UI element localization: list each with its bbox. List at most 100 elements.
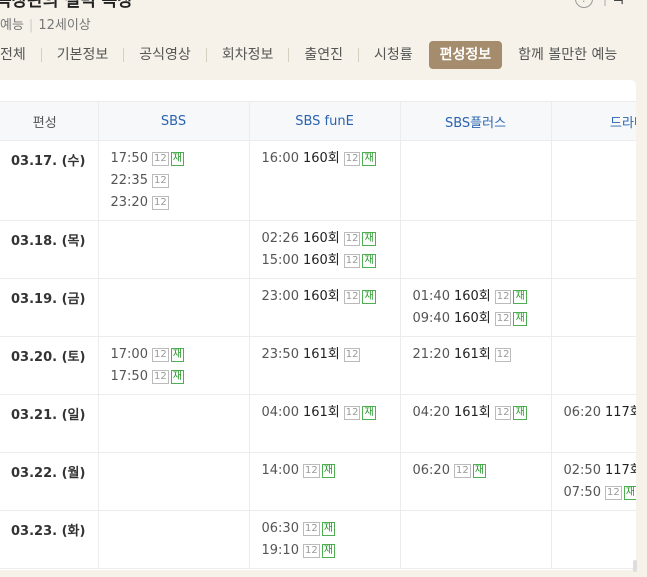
channel-header[interactable]: 드라마 (551, 101, 636, 141)
schedule-cell: 23:50 161회 12 (249, 336, 401, 395)
channel-header[interactable]: SBS플러스 (400, 101, 552, 141)
airing-slot[interactable]: 06:20 12 재 (413, 462, 551, 484)
airing-slot[interactable]: 16:00 160회 12 재 (262, 150, 400, 172)
airing-slot[interactable]: 23:50 161회 12 (262, 346, 400, 368)
tab-2[interactable]: 공식영상 (133, 41, 197, 69)
airing-slot[interactable]: 14:00 12 재 (262, 462, 400, 484)
episode-number: 160회 (453, 311, 491, 326)
schedule-body: 03.17. (수) 17:50 12 재 22:35 12 23:20 12 16:00 160… (0, 140, 637, 569)
channel-header[interactable]: SBS funE (249, 101, 401, 141)
air-time: 22:35 (110, 173, 148, 188)
airing-slot[interactable]: 23:00 160회 12 재 (262, 288, 400, 310)
age-rating-badge: 12 (494, 290, 512, 304)
rerun-badge: 재 (472, 464, 486, 478)
air-time: 14:00 (261, 463, 299, 478)
age-rating-badge: 12 (494, 312, 512, 326)
age-rating-badge: 12 (343, 290, 361, 304)
airing-slot[interactable]: 15:00 160회 12 재 (262, 252, 400, 274)
air-time: 01:40 (412, 289, 450, 304)
air-time: 15:00 (261, 253, 299, 268)
episode-number: 160회 (302, 151, 340, 166)
scrollbar[interactable] (633, 560, 637, 572)
tab-3[interactable]: 회차정보 (216, 41, 280, 69)
broadcast-date: 03.22. (월) (0, 452, 99, 511)
broadcast-date: 03.20. (토) (0, 336, 99, 395)
age-rating-badge: 12 (343, 348, 361, 362)
help-separator: | (603, 0, 607, 6)
air-time: 23:00 (261, 289, 299, 304)
help-icon[interactable]: ? (575, 0, 593, 8)
age-rating-badge: 12 (302, 464, 320, 478)
air-time: 17:50 (110, 151, 148, 166)
airing-slot[interactable]: 02:26 160회 12 재 (262, 230, 400, 252)
schedule-row: 03.20. (토) 17:00 12 재 17:50 12 재 23:50 161회 12 21:… (0, 336, 636, 395)
rerun-badge: 재 (362, 406, 376, 420)
channel-header[interactable]: SBS (98, 101, 250, 141)
airing-slot[interactable]: 02:50117회12 (564, 462, 637, 484)
schedule-cell (551, 220, 636, 279)
help-text[interactable]: 녹 (612, 0, 625, 8)
age-rating-badge: 12 (604, 486, 622, 500)
rerun-badge: 재 (362, 232, 376, 246)
tab-5[interactable]: 시청률 (368, 41, 419, 69)
program-title: 녹장관의 철벽 녹장 (0, 0, 133, 11)
airing-slot[interactable]: 07:50 12 재 (564, 484, 636, 506)
tab-1[interactable]: 기본정보 (51, 41, 115, 69)
rerun-badge: 재 (321, 464, 335, 478)
age-rating-badge: 12 (494, 406, 512, 420)
rerun-badge: 재 (362, 290, 376, 304)
airing-slot[interactable]: 06:20117회12 (564, 404, 637, 426)
age-rating-badge: 12 (151, 152, 169, 166)
schedule-cell (551, 140, 636, 221)
schedule-cell: 01:40 160회 12 재 09:40 160회 12 재 (400, 278, 552, 337)
airing-slot[interactable]: 17:50 12 재 (111, 368, 249, 390)
broadcast-date: 03.18. (목) (0, 220, 99, 279)
airing-slot[interactable]: 19:10 12 재 (262, 542, 400, 564)
rerun-badge: 재 (170, 152, 184, 166)
schedule-cell: 02:50117회1207:5012재 (551, 452, 637, 511)
rerun-badge: 재 (362, 152, 376, 166)
tab-0[interactable]: 전체 (0, 41, 32, 69)
episode-number: 117회 (604, 463, 636, 478)
tab-7[interactable]: 함께 볼만한 예능 (512, 41, 623, 69)
schedule-cell: 02:26 160회 12 재 15:00 160회 12 재 (249, 220, 401, 279)
airing-slot[interactable]: 17:50 12 재 (111, 150, 249, 172)
tab-6[interactable]: 편성정보 (428, 41, 503, 69)
air-time: 19:10 (261, 543, 299, 558)
air-time: 02:26 (261, 231, 299, 246)
airing-slot[interactable]: 23:20 12 (111, 194, 249, 216)
air-time: 17:00 (110, 347, 148, 362)
schedule-cell (98, 510, 250, 569)
rerun-badge: 재 (513, 312, 527, 326)
airing-slot[interactable]: 04:20 161회 12 재 (413, 404, 551, 426)
airing-slot[interactable]: 21:20 161회 12 (413, 346, 551, 368)
air-time: 23:20 (110, 195, 148, 210)
schedule-cell: 16:00 160회 12 재 (249, 140, 401, 221)
schedule-row: 03.19. (금) 23:00 160회 12 재 01:40 160회 12 재 09:40 1… (0, 278, 636, 337)
episode-number: 117회 (604, 405, 636, 420)
age-rating-badge: 12 (302, 544, 320, 558)
airing-slot[interactable]: 04:00 161회 12 재 (262, 404, 400, 426)
air-time: 04:00 (261, 405, 299, 420)
age-rating-badge: 12 (151, 348, 169, 362)
air-time: 04:20 (412, 405, 450, 420)
age-rating-badge: 12 (343, 254, 361, 268)
air-time: 21:20 (412, 347, 450, 362)
tab-divider (358, 48, 359, 62)
airing-slot[interactable]: 01:40 160회 12 재 (413, 288, 551, 310)
air-time: 06:30 (261, 521, 299, 536)
schedule-row: 03.21. (일) 04:00 161회 12 재 04:20 161회 12 재 06:20 1… (0, 394, 637, 453)
airing-slot[interactable]: 09:40 160회 12 재 (413, 310, 551, 332)
tab-4[interactable]: 출연진 (298, 41, 349, 69)
meta-separator: | (28, 18, 34, 33)
episode-number: 161회 (453, 347, 491, 362)
schedule-cell: 06:20 12 재 (400, 452, 552, 511)
airing-slot[interactable]: 17:00 12 재 (111, 346, 249, 368)
airing-slot[interactable]: 06:30 12 재 (262, 520, 400, 542)
broadcast-date: 03.21. (일) (0, 394, 99, 453)
broadcast-date: 03.19. (금) (0, 278, 99, 337)
rerun-badge: 재 (321, 522, 335, 536)
schedule-row: 03.18. (목) 02:26 160회 12 재 15:00 160회 12 재 (0, 220, 636, 279)
airing-slot[interactable]: 22:35 12 (111, 172, 249, 194)
program-meta: 예능 | 12세이상 (0, 14, 91, 33)
